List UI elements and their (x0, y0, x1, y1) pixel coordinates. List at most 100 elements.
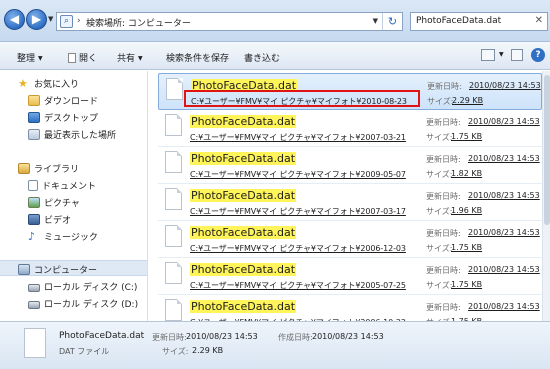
star-icon: ★ (18, 77, 28, 90)
nav-label-recent: 最近表示した場所 (44, 131, 117, 141)
address-path-box[interactable]: ⌕ › 検索場所: コンピューター ▼ ↻ (56, 12, 403, 31)
result-row[interactable]: PhotoFaceData.dat C:¥ユーザー¥FMV¥マイ ピクチャ¥マイフ… (158, 184, 542, 221)
nav-label-favorites: お気に入り (34, 80, 80, 90)
nav-item-desktop[interactable]: デスクトップ (28, 111, 98, 124)
clear-search-icon[interactable]: ✕ (535, 15, 543, 26)
nav-item-libraries[interactable]: ライブラリ (18, 162, 79, 175)
breadcrumb-search-location[interactable]: 検索場所: コンピューター (86, 16, 191, 29)
search-folder-icon: ⌕ (60, 15, 73, 28)
result-size-label: サイズ: (426, 170, 453, 179)
hard-disk-icon (28, 284, 40, 292)
result-modified-value: 2010/08/23 14:53 (469, 81, 541, 90)
result-size-value: 2.29 KB (452, 96, 484, 105)
details-created-label: 作成日時: (278, 333, 313, 342)
search-input[interactable]: PhotoFaceData.dat ✕ (410, 12, 548, 31)
result-row[interactable]: PhotoFaceData.dat C:¥ユーザー¥FMV¥マイ ピクチャ¥マイフ… (158, 73, 542, 110)
details-file-name: PhotoFaceData.dat (59, 331, 145, 341)
back-button[interactable]: ◀ (4, 9, 25, 30)
nav-label-desktop: デスクトップ (44, 114, 99, 124)
search-query-text[interactable]: PhotoFaceData.dat (416, 16, 501, 26)
result-modified-label: 更新日時: (426, 266, 461, 275)
result-file-name[interactable]: PhotoFaceData.dat (190, 189, 297, 202)
result-modified-label: 更新日時: (427, 82, 462, 91)
result-file-path[interactable]: C:¥ユーザー¥FMV¥マイ ピクチャ¥マイフォト¥2005-07-25 (190, 280, 406, 291)
nav-label-documents: ドキュメント (42, 182, 97, 192)
file-icon (165, 188, 182, 210)
result-file-name[interactable]: PhotoFaceData.dat (190, 226, 297, 239)
result-file-name[interactable]: PhotoFaceData.dat (190, 263, 297, 276)
details-pane: PhotoFaceData.dat DAT ファイル 更新日時: 2010/08… (0, 321, 550, 369)
forward-arrow-icon: ▶ (31, 12, 42, 26)
nav-item-documents[interactable]: ドキュメント (28, 179, 96, 192)
result-row[interactable]: PhotoFaceData.datC:¥ユーザー¥FMV¥マイ ピクチャ¥マイフ… (158, 295, 542, 321)
file-icon (165, 225, 182, 247)
nav-item-computer[interactable]: コンピューター (18, 263, 97, 276)
result-size-value: 1.82 KB (451, 169, 483, 178)
share-label: 共有 (117, 54, 136, 64)
search-results-list: PhotoFaceData.dat C:¥ユーザー¥FMV¥マイ ピクチャ¥マイフ… (150, 71, 542, 321)
result-file-path[interactable]: C:¥ユーザー¥FMV¥マイ ピクチャ¥マイフォト¥2010-08-23 (191, 96, 407, 107)
details-modified-label: 更新日時: (152, 333, 187, 342)
nav-item-disk-d[interactable]: ローカル ディスク (D:) (28, 297, 138, 310)
share-chevron-icon: ▼ (138, 55, 143, 62)
result-size-label: サイズ: (426, 207, 453, 216)
organize-label: 整理 (17, 54, 36, 64)
open-button[interactable]: 開く (68, 51, 97, 64)
result-file-name[interactable]: PhotoFaceData.dat (190, 300, 297, 313)
result-size-value: 1.96 KB (451, 206, 483, 215)
result-modified-value: 2010/08/23 14:53 (468, 265, 540, 274)
nav-item-videos[interactable]: ビデオ (28, 213, 71, 226)
help-icon[interactable]: ? (531, 48, 545, 62)
nav-item-downloads[interactable]: ダウンロード (28, 94, 98, 107)
forward-button[interactable]: ▶ (26, 9, 47, 30)
organize-button[interactable]: 整理 ▼ (17, 51, 43, 64)
file-icon (165, 151, 182, 173)
file-icon (166, 78, 183, 100)
save-search-button[interactable]: 検索条件を保存 (166, 51, 229, 64)
view-options-chevron-icon[interactable]: ▼ (499, 51, 504, 58)
result-modified-value: 2010/08/23 14:53 (468, 117, 540, 126)
nav-label-disk-c: ローカル ディスク (C:) (44, 283, 138, 293)
result-row[interactable]: PhotoFaceData.dat C:¥ユーザー¥FMV¥マイ ピクチャ¥マイフ… (158, 110, 542, 147)
nav-label-downloads: ダウンロード (44, 97, 99, 107)
result-modified-label: 更新日時: (426, 192, 461, 201)
navigation-pane: ★ お気に入り ダウンロード デスクトップ 最近表示した場所 ライブラリ ドキュメ… (0, 71, 148, 321)
result-file-path[interactable]: C:¥ユーザー¥FMV¥マイ ピクチャ¥マイフォト¥2007-03-17 (190, 206, 406, 217)
result-row[interactable]: PhotoFaceData.dat C:¥ユーザー¥FMV¥マイ ピクチャ¥マイフ… (158, 147, 542, 184)
recent-pages-chevron-icon[interactable]: ▼ (48, 15, 53, 23)
command-toolbar: 整理 ▼ 開く 共有 ▼ 検索条件を保存 書き込む ▼ ? (0, 42, 550, 70)
address-dropdown-chevron-icon[interactable]: ▼ (373, 17, 378, 25)
nav-item-favorites[interactable]: ★ お気に入り (18, 77, 79, 90)
file-icon (165, 262, 182, 284)
result-file-name[interactable]: PhotoFaceData.dat (191, 79, 298, 92)
details-size-value: 2.29 KB (192, 346, 224, 355)
result-modified-label: 更新日時: (426, 303, 461, 312)
result-file-name[interactable]: PhotoFaceData.dat (190, 115, 297, 128)
videos-icon (28, 214, 40, 225)
nav-item-music[interactable]: ♪ ミュージック (28, 230, 98, 243)
burn-button[interactable]: 書き込む (244, 51, 280, 64)
change-view-icon[interactable] (481, 49, 495, 61)
nav-item-disk-c[interactable]: ローカル ディスク (C:) (28, 280, 137, 293)
nav-label-disk-d: ローカル ディスク (D:) (44, 300, 139, 310)
results-scrollbar[interactable] (542, 71, 550, 321)
share-button[interactable]: 共有 ▼ (117, 51, 143, 64)
breadcrumb-separator-icon[interactable]: › (77, 16, 81, 26)
back-arrow-icon: ◀ (9, 12, 20, 26)
result-file-name[interactable]: PhotoFaceData.dat (190, 152, 297, 165)
result-row[interactable]: PhotoFaceData.dat C:¥ユーザー¥FMV¥マイ ピクチャ¥マイフ… (158, 258, 542, 295)
result-file-path[interactable]: C:¥ユーザー¥FMV¥マイ ピクチャ¥マイフォト¥2007-03-21 (190, 132, 406, 143)
result-file-path[interactable]: C:¥ユーザー¥FMV¥マイ ピクチャ¥マイフォト¥2006-12-03 (190, 243, 406, 254)
nav-item-pictures[interactable]: ピクチャ (28, 196, 80, 209)
result-file-path[interactable]: C:¥ユーザー¥FMV¥マイ ピクチャ¥マイフォト¥2009-05-07 (190, 169, 406, 180)
desktop-icon (28, 112, 40, 123)
nav-item-recent-places[interactable]: 最近表示した場所 (28, 128, 116, 141)
refresh-button[interactable]: ↻ (382, 13, 402, 30)
refresh-icon: ↻ (387, 15, 398, 28)
burn-label: 書き込む (244, 54, 281, 64)
file-icon (165, 299, 182, 321)
result-modified-label: 更新日時: (426, 229, 461, 238)
result-row[interactable]: PhotoFaceData.dat C:¥ユーザー¥FMV¥マイ ピクチャ¥マイフ… (158, 221, 542, 258)
scrollbar-thumb[interactable] (544, 75, 550, 225)
preview-pane-icon[interactable] (511, 49, 523, 61)
